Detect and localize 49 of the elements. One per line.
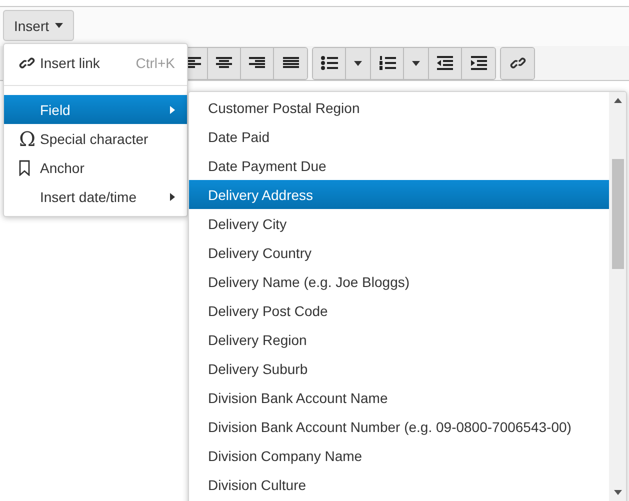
caret-icon	[354, 60, 362, 66]
numbered-list-icon	[378, 56, 396, 70]
submenu-item[interactable]: Date Paid	[189, 122, 609, 151]
submenu-item[interactable]: Division Culture	[189, 470, 609, 499]
link-icon	[510, 55, 526, 71]
submenu-arrow-icon	[170, 106, 175, 114]
shortcut-label: Ctrl+K	[136, 54, 175, 70]
scroll-up-icon	[614, 98, 622, 103]
bullet-list-button[interactable]	[313, 48, 346, 78]
menu-item[interactable]: Ω Special character	[4, 124, 187, 153]
submenu-item[interactable]: Division Company Name	[189, 441, 609, 470]
align-center-icon	[216, 56, 232, 70]
justify-button[interactable]	[274, 48, 307, 78]
numbered-list-button[interactable]	[371, 48, 404, 78]
caret-icon	[412, 60, 420, 66]
menu-item[interactable]: Insert date/time	[4, 182, 187, 211]
menu-item[interactable]: Anchor	[4, 153, 187, 182]
submenu-item[interactable]: Date Payment Due	[189, 151, 609, 180]
submenu-item[interactable]: Delivery Suburb	[189, 354, 609, 383]
submenu-item[interactable]: Customer Postal Region	[189, 93, 609, 122]
bullet-list-dropdown[interactable]	[346, 48, 371, 78]
scrollbar-thumb[interactable]	[612, 159, 624, 269]
align-right-button[interactable]	[241, 48, 274, 78]
submenu-item[interactable]: Delivery City	[189, 209, 609, 238]
submenu-item[interactable]: Division Bank Account Number (e.g. 09-0800-7006543-00)	[189, 412, 609, 441]
outdent-button[interactable]	[429, 48, 462, 78]
submenu-item[interactable]: Delivery Country	[189, 238, 609, 267]
bookmark-icon	[19, 160, 30, 176]
indent-button[interactable]	[462, 48, 495, 78]
submenu-item[interactable]: Delivery Region	[189, 325, 609, 354]
insert-menu-button[interactable]: Insert	[3, 10, 74, 41]
scrollbar[interactable]	[609, 92, 626, 501]
submenu-item[interactable]: Delivery Address	[189, 180, 609, 209]
indent-icon	[470, 56, 486, 70]
numbered-list-dropdown[interactable]	[404, 48, 429, 78]
align-center-button[interactable]	[208, 48, 241, 78]
bullet-list-icon	[320, 56, 338, 70]
submenu-item[interactable]: Delivery Name (e.g. Joe Bloggs)	[189, 267, 609, 296]
submenu-arrow-icon	[170, 192, 175, 200]
caret-icon	[55, 23, 64, 28]
scroll-down-icon	[614, 490, 622, 495]
omega-icon: Ω	[19, 128, 36, 148]
outdent-icon	[437, 56, 453, 70]
menu-item[interactable]: Field	[4, 95, 187, 124]
submenu-item[interactable]: Division Bank Account Name	[189, 383, 609, 412]
justify-icon	[282, 56, 298, 70]
align-right-icon	[249, 56, 265, 70]
submenu-item[interactable]: Delivery Post Code	[189, 296, 609, 325]
link-icon	[19, 54, 35, 70]
